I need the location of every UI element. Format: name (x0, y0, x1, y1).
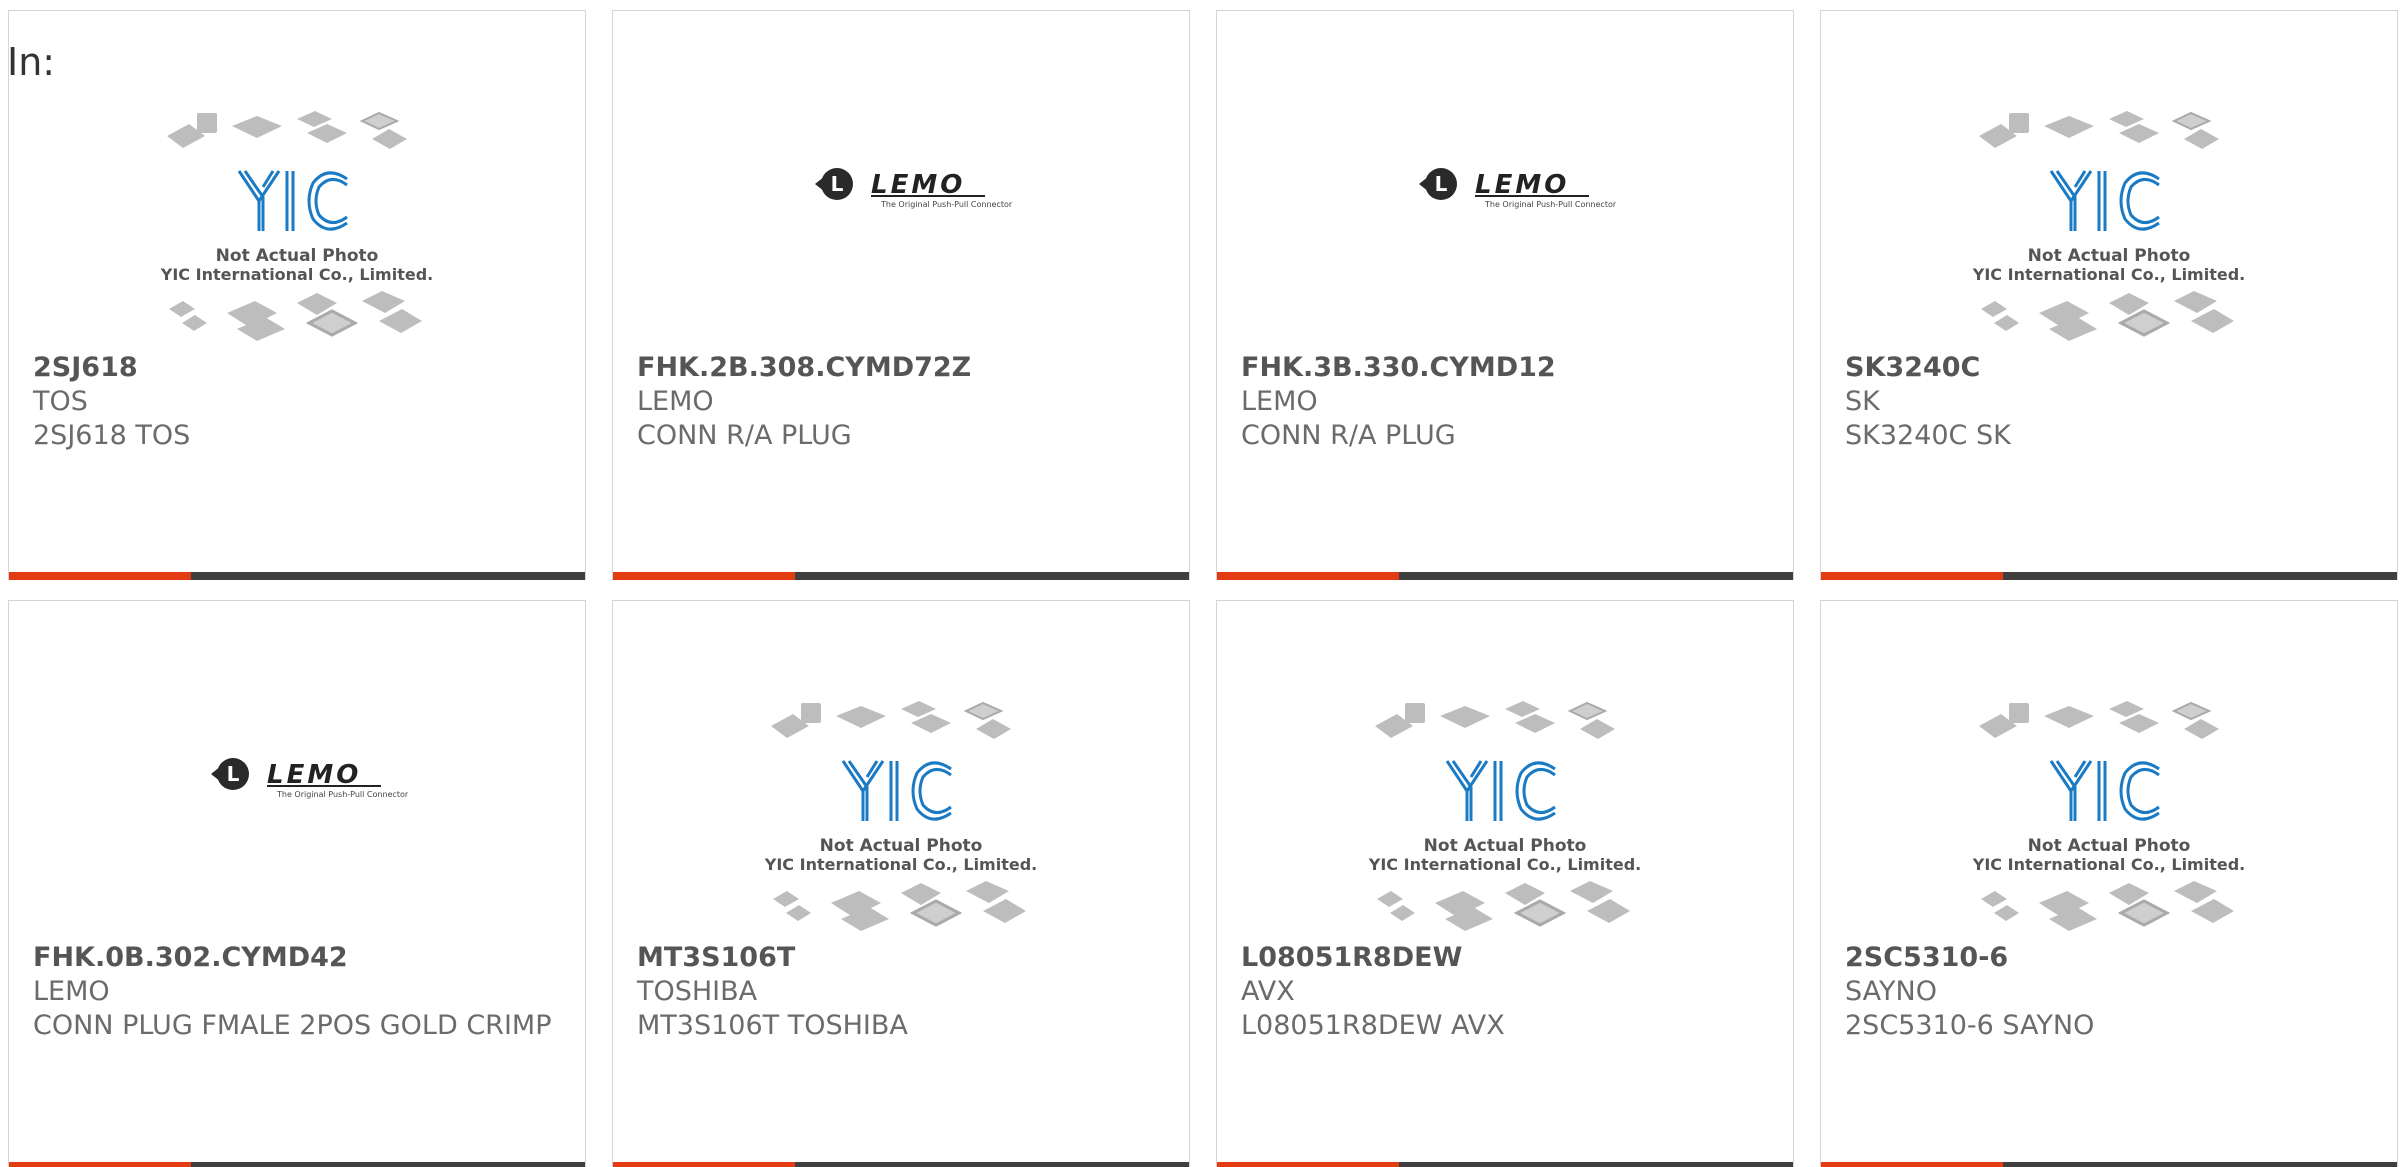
product-image[interactable]: Not Actual Photo YIC International Co., … (1821, 681, 2397, 931)
placeholder-line1: Not Actual Photo (1424, 836, 1587, 856)
placeholder-line2: YIC International Co., Limited. (1972, 265, 2245, 284)
product-info: 2SJ618 TOS 2SJ618 TOS (33, 351, 553, 453)
card-accent-bar (1217, 1162, 1793, 1167)
product-info: MT3S106T TOSHIBA MT3S106T TOSHIBA (637, 941, 1157, 1043)
product-info: SK3240C SK SK3240C SK (1845, 351, 2365, 453)
product-part-number[interactable]: L08051R8DEW (1241, 941, 1761, 975)
lemo-tagline-text: The Original Push-Pull Connector (276, 790, 409, 799)
product-info: FHK.2B.308.CYMD72Z LEMO CONN R/A PLUG (637, 351, 1157, 453)
product-part-number[interactable]: 2SJ618 (33, 351, 553, 385)
product-card[interactable]: L LEMO The Original Push-Pull Connector … (612, 10, 1190, 580)
product-description: 2SC5310-6 SAYNO (1845, 1010, 2095, 1041)
product-info: FHK.3B.330.CYMD12 LEMO CONN R/A PLUG (1241, 351, 1761, 453)
product-part-number[interactable]: SK3240C (1845, 351, 2365, 385)
card-accent-highlight (613, 572, 795, 580)
product-description: MT3S106T TOSHIBA (637, 1010, 908, 1041)
product-card[interactable]: L LEMO The Original Push-Pull Connector … (8, 600, 586, 1167)
lemo-tagline-text: The Original Push-Pull Connector (880, 200, 1013, 209)
product-manufacturer: AVX (1241, 976, 1295, 1007)
card-accent-bar (1217, 572, 1793, 580)
product-image[interactable]: Not Actual Photo YIC International Co., … (1821, 91, 2397, 341)
product-manufacturer: LEMO (33, 976, 110, 1007)
product-description: CONN R/A PLUG (637, 420, 852, 451)
product-manufacturer: SK (1845, 386, 1880, 417)
product-description: CONN PLUG FMALE 2POS GOLD CRIMP (33, 1010, 552, 1041)
product-description: 2SJ618 TOS (33, 420, 191, 451)
product-part-number[interactable]: MT3S106T (637, 941, 1157, 975)
product-card[interactable]: Not Actual Photo YIC International Co., … (1216, 600, 1794, 1167)
placeholder-line2: YIC International Co., Limited. (764, 855, 1037, 874)
product-manufacturer: TOSHIBA (637, 976, 758, 1007)
placeholder-line1: Not Actual Photo (2028, 836, 2191, 856)
placeholder-image: Not Actual Photo YIC International Co., … (9, 91, 585, 341)
svg-text:L: L (831, 172, 844, 196)
product-card[interactable]: Not Actual Photo YIC International Co., … (612, 600, 1190, 1167)
lemo-tagline-text: The Original Push-Pull Connector (1484, 200, 1617, 209)
placeholder-image: Not Actual Photo YIC International Co., … (613, 681, 1189, 931)
product-card[interactable]: Not Actual Photo YIC International Co., … (1820, 600, 2398, 1167)
lemo-logo-image: L LEMO The Original Push-Pull Connector (9, 681, 585, 931)
placeholder-line1: Not Actual Photo (2028, 246, 2191, 266)
lemo-logo-image: L LEMO The Original Push-Pull Connector (1217, 91, 1793, 341)
product-part-number[interactable]: FHK.3B.330.CYMD12 (1241, 351, 1761, 385)
placeholder-line1: Not Actual Photo (820, 836, 983, 856)
card-accent-bar (9, 1162, 585, 1167)
product-grid-page: In: Not Actual Photo YIC International C… (0, 0, 2400, 1167)
in-label: In: (7, 40, 56, 84)
product-description: L08051R8DEW AVX (1241, 1010, 1505, 1041)
card-accent-bar (1821, 1162, 2397, 1167)
svg-text:L: L (1435, 172, 1448, 196)
card-accent-bar (613, 572, 1189, 580)
product-manufacturer: SAYNO (1845, 976, 1937, 1007)
product-info: 2SC5310-6 SAYNO 2SC5310-6 SAYNO (1845, 941, 2365, 1043)
product-part-number[interactable]: FHK.2B.308.CYMD72Z (637, 351, 1157, 385)
card-accent-highlight (1217, 1162, 1399, 1167)
placeholder-line2: YIC International Co., Limited. (160, 265, 433, 284)
card-accent-bar (1821, 572, 2397, 580)
placeholder-image: Not Actual Photo YIC International Co., … (1821, 91, 2397, 341)
placeholder-line2: YIC International Co., Limited. (1368, 855, 1641, 874)
placeholder-line1: Not Actual Photo (216, 246, 379, 266)
product-manufacturer: LEMO (1241, 386, 1318, 417)
card-accent-highlight (613, 1162, 795, 1167)
product-image[interactable]: L LEMO The Original Push-Pull Connector (1217, 91, 1793, 341)
product-info: L08051R8DEW AVX L08051R8DEW AVX (1241, 941, 1761, 1043)
product-description: SK3240C SK (1845, 420, 2011, 451)
product-image[interactable]: L LEMO The Original Push-Pull Connector (9, 681, 585, 931)
product-card[interactable]: Not Actual Photo YIC International Co., … (1820, 10, 2398, 580)
product-image[interactable]: Not Actual Photo YIC International Co., … (1217, 681, 1793, 931)
placeholder-image: Not Actual Photo YIC International Co., … (1821, 681, 2397, 931)
card-accent-highlight (9, 572, 191, 580)
card-accent-bar (613, 1162, 1189, 1167)
svg-text:L: L (227, 762, 240, 786)
lemo-logo-image: L LEMO The Original Push-Pull Connector (613, 91, 1189, 341)
card-accent-bar (9, 572, 585, 580)
product-part-number[interactable]: 2SC5310-6 (1845, 941, 2365, 975)
placeholder-line2: YIC International Co., Limited. (1972, 855, 2245, 874)
product-manufacturer: TOS (33, 386, 88, 417)
product-card[interactable]: L LEMO The Original Push-Pull Connector … (1216, 10, 1794, 580)
card-accent-highlight (1217, 572, 1399, 580)
product-image[interactable]: Not Actual Photo YIC International Co., … (9, 91, 585, 341)
product-manufacturer: LEMO (637, 386, 714, 417)
placeholder-image: Not Actual Photo YIC International Co., … (1217, 681, 1793, 931)
card-accent-highlight (1821, 572, 2003, 580)
product-description: CONN R/A PLUG (1241, 420, 1456, 451)
product-card[interactable]: Not Actual Photo YIC International Co., … (8, 10, 586, 580)
product-image[interactable]: L LEMO The Original Push-Pull Connector (613, 91, 1189, 341)
product-info: FHK.0B.302.CYMD42 LEMO CONN PLUG FMALE 2PO… (33, 941, 553, 1043)
card-accent-highlight (1821, 1162, 2003, 1167)
product-part-number[interactable]: FHK.0B.302.CYMD42 (33, 941, 553, 975)
product-image[interactable]: Not Actual Photo YIC International Co., … (613, 681, 1189, 931)
product-grid: Not Actual Photo YIC International Co., … (8, 10, 2400, 1167)
card-accent-highlight (9, 1162, 191, 1167)
